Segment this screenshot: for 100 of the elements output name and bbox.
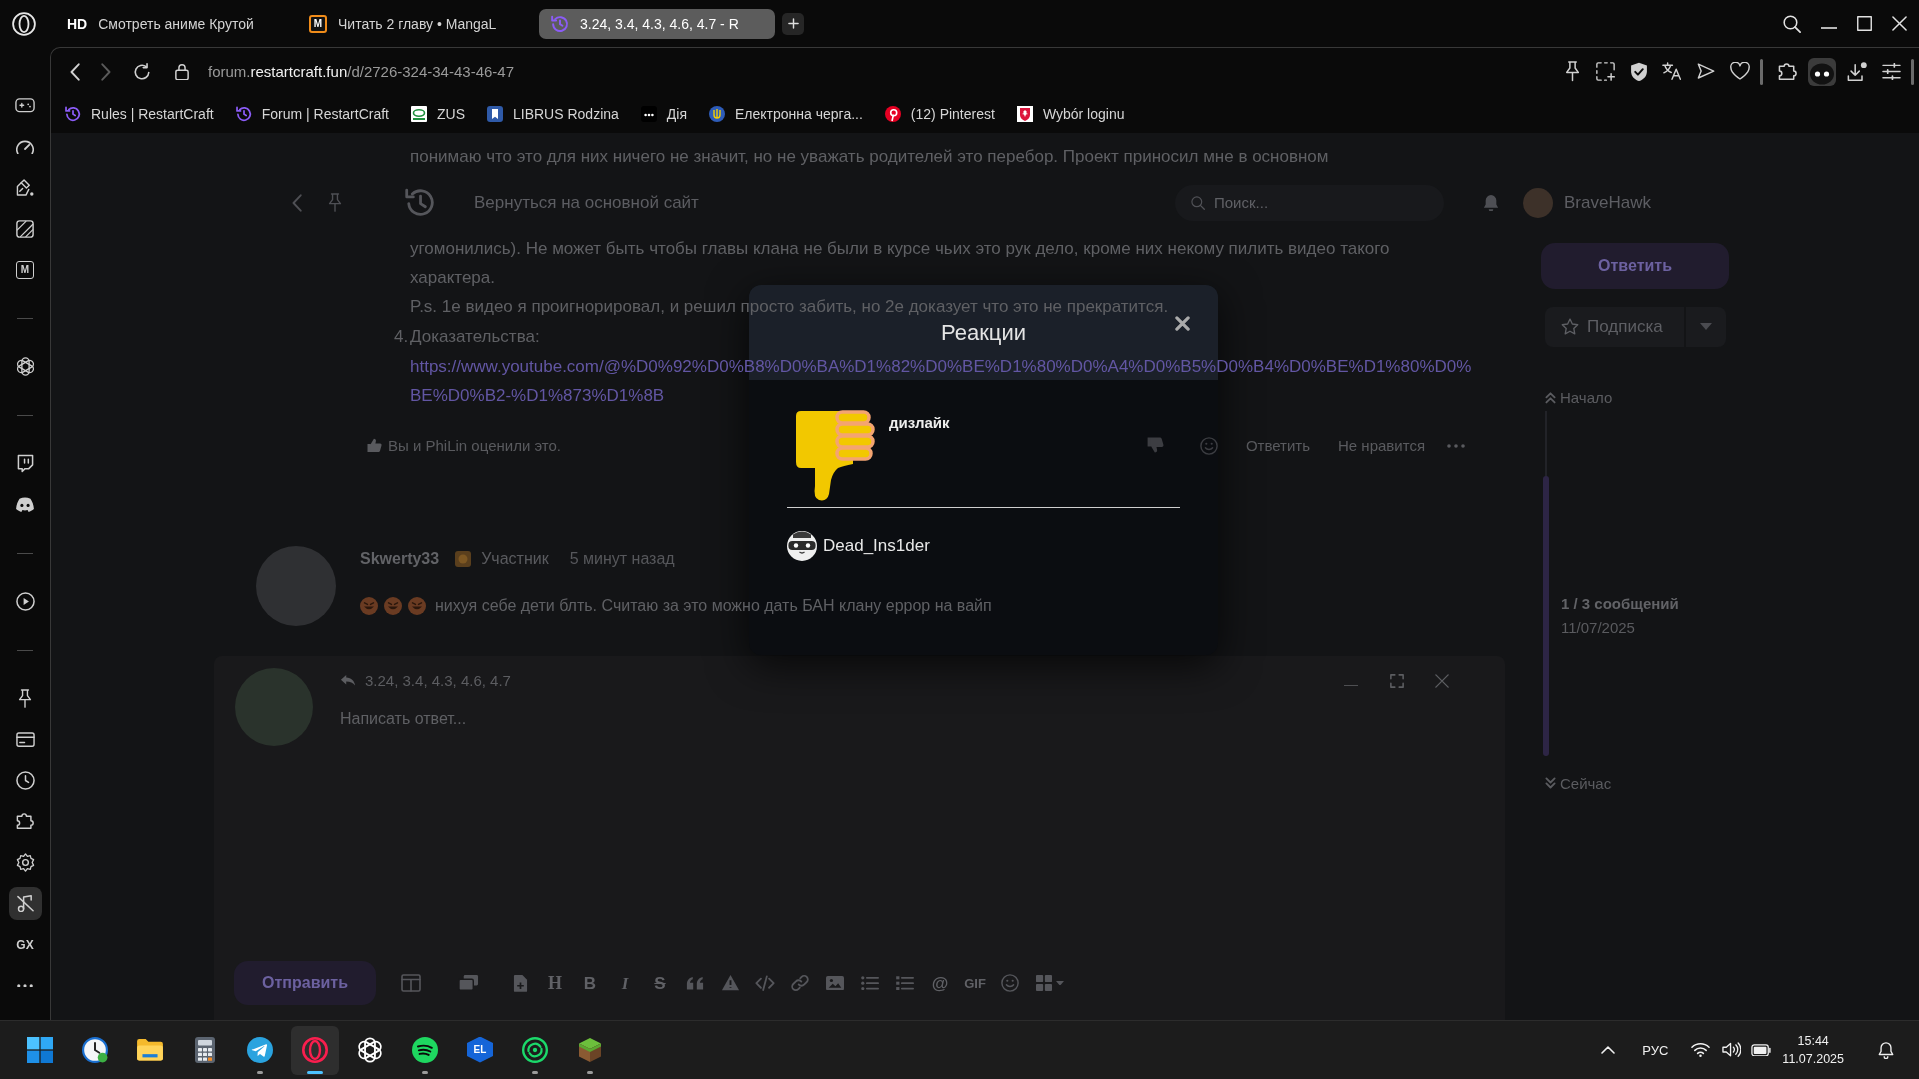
new-tab-button[interactable]: [782, 12, 804, 35]
scrubber-handle[interactable]: [1543, 475, 1549, 756]
gear-icon[interactable]: [15, 853, 35, 872]
bookmark-link[interactable]: Дія: [640, 106, 687, 122]
list-number: 4.: [394, 326, 410, 348]
bookmark-link[interactable]: Wybór loginu: [1016, 106, 1125, 122]
maximize-icon[interactable]: [1857, 16, 1872, 31]
history-icon[interactable]: [405, 187, 435, 218]
user-name[interactable]: Dead_Ins1der: [823, 536, 930, 556]
clock[interactable]: 15:44 11.07.2025: [1782, 1032, 1844, 1068]
heart-icon[interactable]: [1730, 62, 1750, 81]
send-icon[interactable]: [1697, 63, 1715, 80]
mention-button[interactable]: @: [931, 974, 949, 992]
muted-note-icon[interactable]: [8, 886, 42, 921]
chevron-up-icon[interactable]: [1601, 1046, 1616, 1054]
file-plus-icon[interactable]: [512, 973, 528, 993]
bookmark-link[interactable]: (12) Pinterest: [884, 106, 995, 122]
card-icon[interactable]: [15, 731, 35, 748]
gif-button[interactable]: GIF: [964, 976, 986, 990]
link-icon[interactable]: [791, 974, 809, 992]
address-field[interactable]: forum.restartcraft.fun/d/2726-324-34-43-46-47: [208, 63, 514, 80]
post-text: угомонились). Не может быть чтобы главы клана не были в курсе чьих это рук дело, кроме них некому пилить видео такого характера.: [410, 237, 1390, 289]
notification-icon[interactable]: [1877, 1041, 1895, 1059]
smiley-icon[interactable]: [1001, 974, 1019, 992]
strike-button[interactable]: S: [654, 974, 666, 992]
composer-panel[interactable]: 3.24, 3.4, 4.3, 4.6, 4.7 Написать ответ... Отправить H B I S @ GIF: [214, 655, 1505, 1020]
sidebar-button[interactable]: M: [16, 260, 34, 279]
italic-button[interactable]: I: [621, 974, 629, 992]
tab[interactable]: 3.24, 3.4, 4.3, 4.6, 4.7 - R: [539, 8, 775, 39]
warning-icon[interactable]: [720, 974, 740, 992]
numbered-list-icon[interactable]: [896, 975, 914, 991]
code-icon[interactable]: [755, 974, 775, 992]
volume-icon[interactable]: [1722, 1042, 1742, 1058]
translate-icon[interactable]: [1662, 62, 1682, 81]
action-link[interactable]: Ответить: [1245, 437, 1310, 454]
user-avatar[interactable]: [787, 531, 817, 561]
snapshot-icon[interactable]: [1596, 62, 1615, 81]
emblem-icon: [1016, 106, 1033, 122]
submit-button[interactable]: Отправить: [234, 961, 376, 1005]
battery-icon[interactable]: [1751, 1043, 1772, 1057]
reload-icon[interactable]: [133, 62, 151, 81]
wifi-icon[interactable]: [1691, 1042, 1711, 1058]
bookmark-link[interactable]: Rules | RestartCraft: [65, 106, 214, 122]
fullscreen-icon[interactable]: [1390, 673, 1404, 688]
columns-icon[interactable]: [401, 974, 421, 992]
search-input[interactable]: Поиск...: [1214, 194, 1404, 211]
post-date: 11/07/2025: [1561, 617, 1636, 638]
bookmark-link[interactable]: LIBRUS Rodzina: [487, 106, 619, 122]
more-icon[interactable]: [17, 983, 33, 988]
image-icon[interactable]: [826, 975, 844, 991]
quote-icon[interactable]: [686, 975, 704, 991]
action-link[interactable]: Не нравится: [1338, 437, 1425, 454]
language-indicator[interactable]: РУС: [1642, 1042, 1669, 1058]
caret-down-icon[interactable]: [1056, 980, 1064, 986]
profile-avatar[interactable]: [1808, 57, 1836, 86]
clock-icon[interactable]: [15, 771, 35, 790]
author-name[interactable]: Skwerty33: [360, 549, 440, 568]
reply-field[interactable]: Написать ответ...: [340, 709, 1449, 930]
start-link[interactable]: Начало: [1545, 387, 1613, 408]
controller-icon[interactable]: [15, 496, 35, 513]
bookmark-link[interactable]: ZUS: [411, 106, 465, 122]
lock-icon[interactable]: [175, 62, 189, 81]
opera-logo-icon[interactable]: [12, 11, 36, 36]
forward-icon[interactable]: [101, 62, 111, 81]
end-link[interactable]: Сейчас: [1545, 773, 1612, 794]
puzzle-icon[interactable]: [1778, 62, 1798, 81]
post-time[interactable]: 5 минут назад: [569, 549, 675, 568]
settings-icon[interactable]: [1882, 62, 1901, 81]
alarm-clock-icon: [82, 1036, 108, 1063]
brush-icon[interactable]: [16, 178, 34, 197]
tab[interactable]: M Читать 2 главу • MangaL: [297, 8, 533, 39]
close-icon[interactable]: [1175, 316, 1190, 331]
puzzle-icon[interactable]: [15, 813, 35, 830]
home-link[interactable]: Вернуться на основной сайт: [474, 192, 699, 213]
images-icon[interactable]: [457, 974, 479, 992]
sidebar-button[interactable]: GX: [16, 937, 34, 952]
shield-icon[interactable]: [1630, 61, 1648, 82]
user-role: Участник: [481, 549, 549, 568]
bold-button[interactable]: B: [583, 974, 597, 992]
taskbar-button[interactable]: EL: [456, 1025, 504, 1075]
video-link[interactable]: https://www.youtube.com/@%D0%92%D0%B8%D0%BA%D1%82%D0%BE%D1%80%D0%A4%D0%B5%D0%B4%D0%BE%D1%80%D0% BE%D0%B2-%D1%873%D1%8B: [410, 351, 1472, 411]
follow-button[interactable]: Подписка: [1545, 306, 1684, 347]
striped-square-icon[interactable]: [16, 219, 34, 238]
gauge-icon[interactable]: [16, 138, 34, 155]
bookmark-link[interactable]: Forum | RestartCraft: [235, 106, 389, 122]
chat-bubble-icon[interactable]: [16, 454, 34, 473]
play-icon[interactable]: [15, 592, 35, 611]
download-icon[interactable]: [1847, 61, 1867, 82]
user-menu[interactable]: BraveHawk: [1564, 192, 1651, 213]
grid-icon[interactable]: [1036, 975, 1052, 991]
bullet-list-icon[interactable]: [861, 975, 879, 991]
reply-button[interactable]: Ответить: [1541, 242, 1729, 289]
search-field[interactable]: Поиск...: [1175, 184, 1444, 221]
tab[interactable]: HD Смотреть аниме Крутой: [55, 8, 291, 39]
gamepad-icon[interactable]: [15, 98, 35, 113]
thumbs-down-icon[interactable]: [1146, 437, 1164, 454]
bookmark-link[interactable]: Електронна черга...: [709, 106, 863, 122]
knot-icon[interactable]: [15, 357, 35, 376]
search-icon[interactable]: [1783, 14, 1801, 33]
heading-button[interactable]: H: [548, 974, 562, 992]
